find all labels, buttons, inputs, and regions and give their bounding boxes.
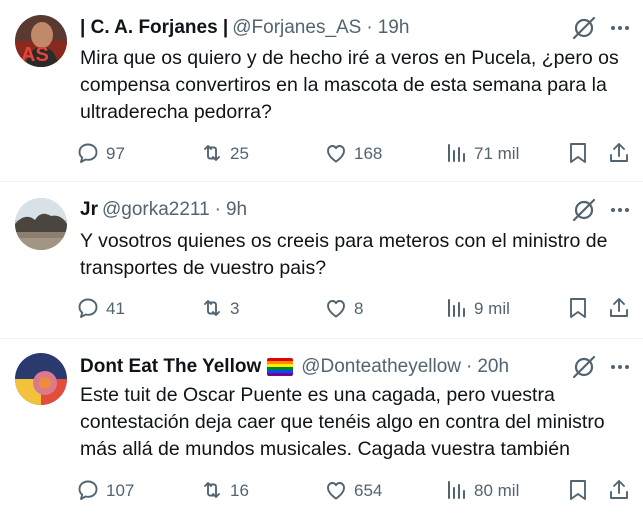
tweet-3[interactable]: Dont Eat The Yellow @Donteatheyellow · 2… xyxy=(0,339,643,513)
more-options-icon[interactable] xyxy=(606,353,634,381)
tweet-actions: 41 3 8 9 mil xyxy=(76,293,636,323)
display-name[interactable]: Dont Eat The Yellow xyxy=(80,356,261,378)
reply-button[interactable]: 41 xyxy=(76,293,125,323)
tweet-header: Dont Eat The Yellow @Donteatheyellow · 2… xyxy=(80,353,509,381)
svg-text:AS: AS xyxy=(21,44,49,66)
reply-button[interactable]: 97 xyxy=(76,138,125,168)
reply-count: 97 xyxy=(106,143,125,163)
bookmark-button[interactable] xyxy=(566,138,596,168)
retweet-count: 25 xyxy=(230,143,249,163)
timestamp[interactable]: 20h xyxy=(477,356,509,378)
share-button[interactable] xyxy=(607,293,637,323)
share-button[interactable] xyxy=(607,138,637,168)
avatar[interactable] xyxy=(15,353,67,405)
retweet-icon xyxy=(204,482,220,498)
grok-icon[interactable] xyxy=(570,353,598,381)
retweet-count: 3 xyxy=(230,298,240,318)
avatar[interactable] xyxy=(15,198,67,250)
heart-icon xyxy=(327,145,345,163)
tweet-text: Mira que os quiero y de hecho iré a vero… xyxy=(80,47,619,123)
user-handle[interactable]: @Donteatheyellow xyxy=(301,356,461,378)
tweet-header: Jr @gorka2211 · 9h xyxy=(80,196,247,224)
retweet-icon xyxy=(204,300,220,316)
heart-icon xyxy=(327,482,345,500)
user-handle[interactable]: @gorka2211 xyxy=(102,199,210,221)
bookmark-button[interactable] xyxy=(566,475,596,505)
timestamp[interactable]: 19h xyxy=(378,17,410,39)
views-chart-icon xyxy=(448,144,465,162)
tweet-text: Este tuit de Oscar Puente es una cagada,… xyxy=(80,384,605,460)
grok-icon[interactable] xyxy=(570,14,598,42)
bookmark-icon xyxy=(570,298,586,318)
user-handle[interactable]: @Forjanes_AS xyxy=(232,17,361,39)
rainbow-flag-emoji xyxy=(267,358,294,376)
retweet-button[interactable]: 3 xyxy=(200,293,239,323)
tweet-text: Y vosotros quienes os creeis para metero… xyxy=(80,230,608,279)
like-button[interactable]: 8 xyxy=(324,293,363,323)
more-options-icon[interactable] xyxy=(606,196,634,224)
retweet-button[interactable]: 16 xyxy=(200,475,249,505)
display-name[interactable]: Jr xyxy=(80,199,98,221)
reply-icon xyxy=(78,480,98,500)
retweet-count: 16 xyxy=(230,480,249,500)
like-button[interactable]: 168 xyxy=(324,138,382,168)
views-chart-icon xyxy=(448,299,465,317)
like-count: 8 xyxy=(354,298,364,318)
reply-icon xyxy=(78,298,98,318)
like-count: 654 xyxy=(354,480,383,500)
reply-count: 107 xyxy=(106,480,135,500)
tweet-2[interactable]: Jr @gorka2211 · 9h Y vosotros quienes os… xyxy=(0,182,643,338)
retweet-button[interactable]: 25 xyxy=(200,138,249,168)
grok-icon[interactable] xyxy=(570,196,598,224)
bookmark-button[interactable] xyxy=(566,293,596,323)
separator-dot: · xyxy=(366,17,373,38)
more-options-icon[interactable] xyxy=(606,14,634,42)
view-count: 80 mil xyxy=(474,480,520,500)
heart-icon xyxy=(327,300,345,318)
timestamp[interactable]: 9h xyxy=(226,199,247,221)
bookmark-icon xyxy=(570,143,586,163)
views-chart-icon xyxy=(448,481,465,499)
tweet-actions: 107 16 654 80 mil xyxy=(76,475,636,505)
avatar[interactable]: AS xyxy=(15,15,67,67)
tweet-header: | C. A. Forjanes | @Forjanes_AS · 19h xyxy=(80,14,409,42)
tweet-1[interactable]: AS | C. A. Forjanes | @Forjanes_AS · 19h… xyxy=(0,0,643,181)
view-count: 9 mil xyxy=(474,298,510,318)
share-icon xyxy=(610,143,628,162)
separator-dot: · xyxy=(466,356,473,377)
view-count: 71 mil xyxy=(474,143,520,163)
reply-icon xyxy=(78,143,98,163)
tweet-actions: 97 25 168 71 mil xyxy=(76,138,636,168)
display-name[interactable]: | C. A. Forjanes | xyxy=(80,17,228,39)
reply-count: 41 xyxy=(106,298,125,318)
share-icon xyxy=(610,298,628,317)
like-button[interactable]: 654 xyxy=(324,475,382,505)
bookmark-icon xyxy=(570,480,586,500)
share-icon xyxy=(610,480,628,499)
separator-dot: · xyxy=(214,199,221,220)
views-button[interactable]: 9 mil xyxy=(444,293,510,323)
views-button[interactable]: 80 mil xyxy=(444,475,519,505)
retweet-icon xyxy=(204,145,220,161)
reply-button[interactable]: 107 xyxy=(76,475,134,505)
views-button[interactable]: 71 mil xyxy=(444,138,519,168)
like-count: 168 xyxy=(354,143,383,163)
share-button[interactable] xyxy=(607,475,637,505)
